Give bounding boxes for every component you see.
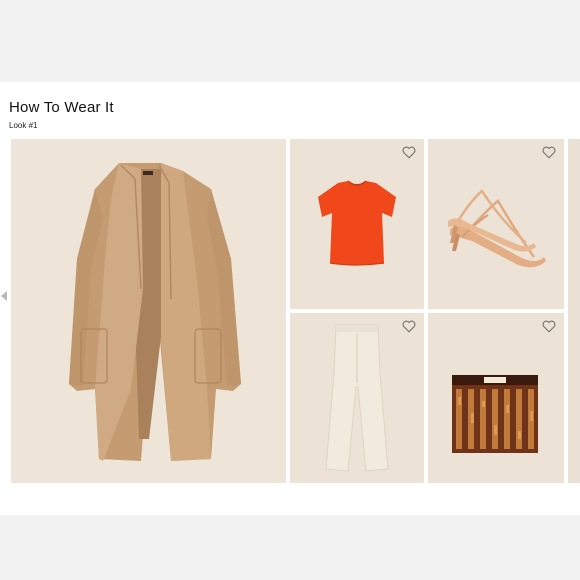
coat-image	[69, 163, 241, 461]
next-tile-peek[interactable]	[568, 139, 580, 483]
product-tile-heels[interactable]	[428, 139, 564, 309]
favorite-heart-icon[interactable]	[402, 146, 416, 159]
section-title: How To Wear It	[9, 99, 114, 116]
favorite-heart-icon[interactable]	[542, 146, 556, 159]
look-panel: How To Wear It Look #1	[0, 82, 580, 515]
heels-image	[448, 189, 546, 268]
product-tile-tee[interactable]	[290, 139, 424, 309]
product-tile-jeans[interactable]	[290, 313, 424, 483]
favorite-heart-icon[interactable]	[542, 320, 556, 333]
clutch-image	[452, 375, 538, 453]
jeans-image	[325, 324, 389, 472]
carousel-prev-icon[interactable]	[1, 291, 7, 301]
favorite-heart-icon[interactable]	[402, 320, 416, 333]
look-number: Look #1	[9, 121, 38, 130]
tee-image	[318, 180, 396, 266]
product-tile-clutch[interactable]	[428, 313, 564, 483]
product-tile-coat[interactable]	[11, 139, 286, 483]
